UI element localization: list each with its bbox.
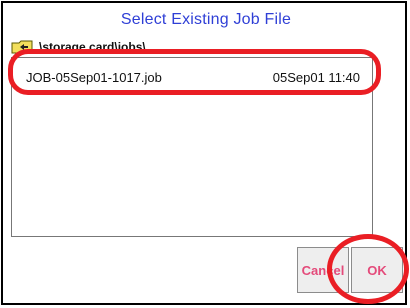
path-row: \storage card\jobs\ <box>11 39 146 55</box>
file-name: JOB-05Sep01-1017.job <box>26 69 162 85</box>
folder-up-icon[interactable] <box>11 40 33 54</box>
dialog-title: Select Existing Job File <box>120 11 292 28</box>
dialog-frame: Select Existing Job File \storage card\j… <box>1 1 407 305</box>
list-item[interactable]: JOB-05Sep01-1017.job 05Sep01 11:40 <box>20 66 364 88</box>
file-date: 05Sep01 11:40 <box>272 69 360 85</box>
cancel-button[interactable]: Cancel <box>297 247 349 293</box>
ok-button[interactable]: OK <box>351 247 403 293</box>
current-path: \storage card\jobs\ <box>39 40 146 54</box>
file-list[interactable]: JOB-05Sep01-1017.job 05Sep01 11:40 <box>11 57 373 237</box>
